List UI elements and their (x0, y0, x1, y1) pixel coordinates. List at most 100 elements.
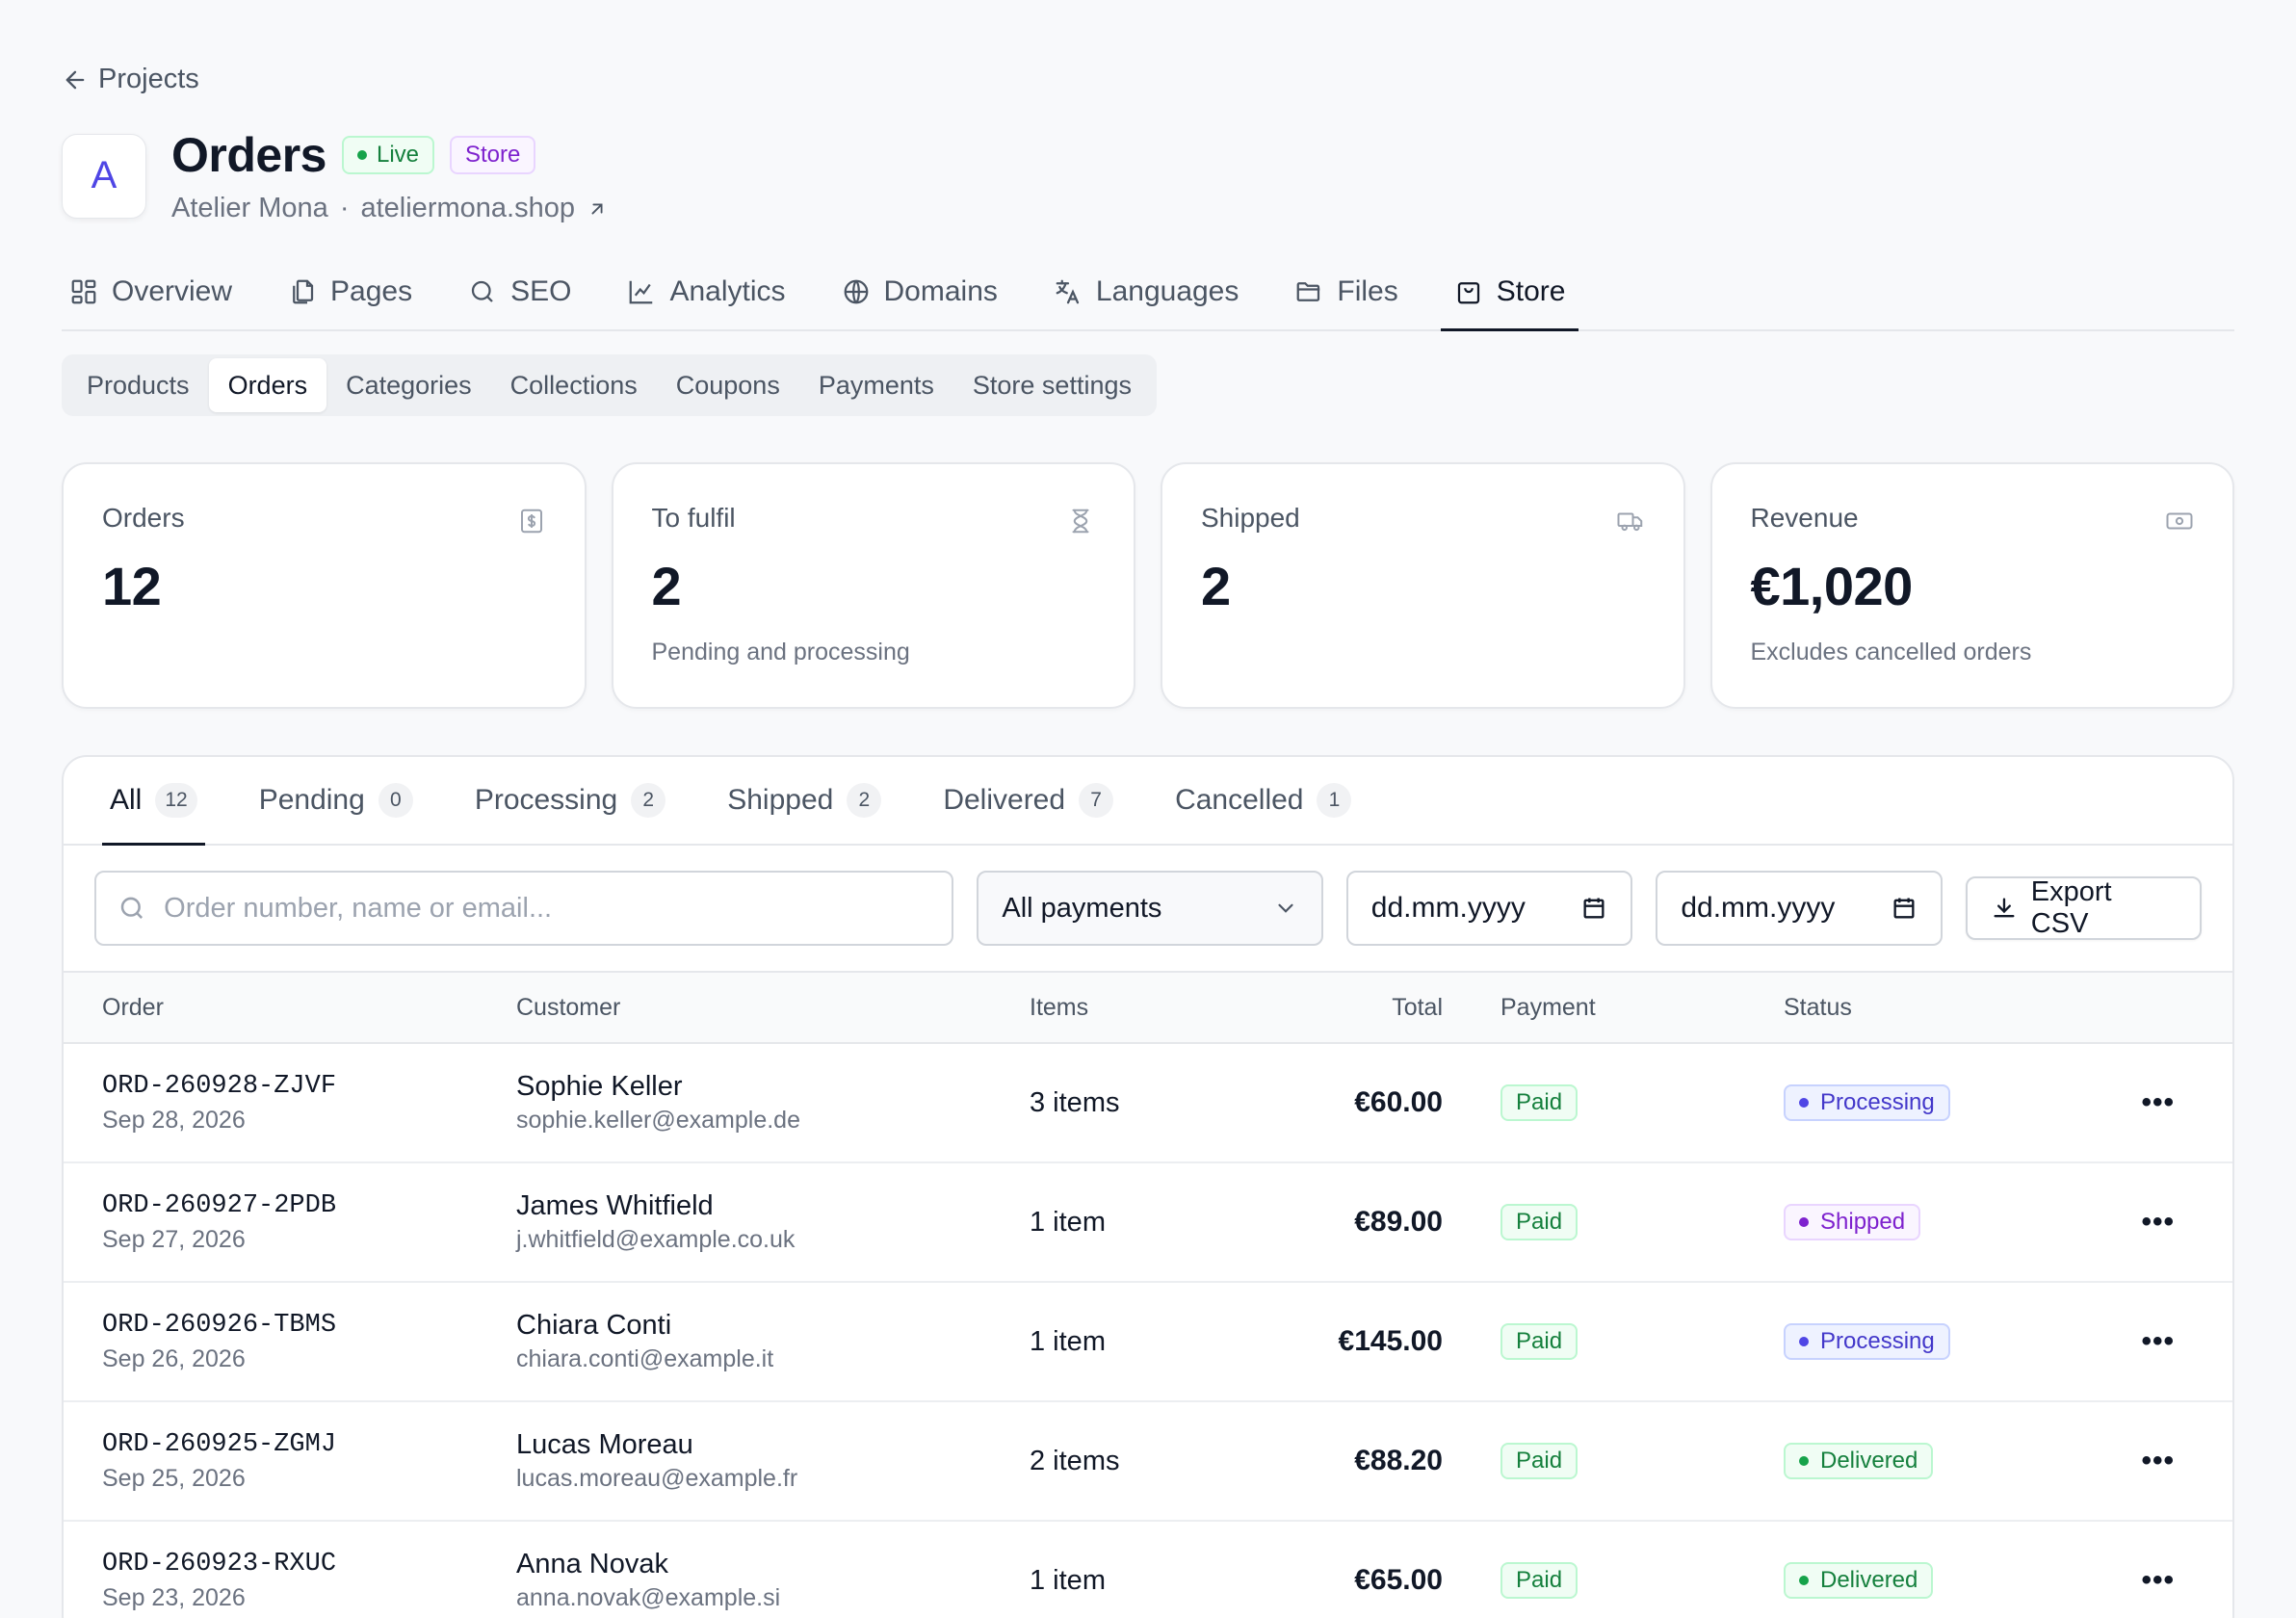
tab-all[interactable]: All 12 (102, 757, 205, 846)
subnav-orders[interactable]: Orders (208, 358, 327, 412)
row-actions-button[interactable]: ••• (2141, 1206, 2175, 1239)
order-id[interactable]: ORD-260928-ZJVF (102, 1072, 336, 1101)
subnav-collections[interactable]: Collections (491, 358, 657, 412)
external-link-icon[interactable] (587, 198, 608, 220)
customer-name: Anna Novak (516, 1549, 668, 1579)
globe-icon (844, 279, 868, 304)
status-dot-icon (1799, 1217, 1809, 1227)
payment-filter-select[interactable]: All payments (977, 871, 1323, 946)
calendar-icon[interactable] (1891, 895, 1918, 922)
header-payment[interactable]: Payment (1500, 994, 1596, 1022)
project-logo: A (62, 133, 146, 219)
project-domain-link[interactable]: ateliermona.shop (360, 193, 574, 224)
header-status[interactable]: Status (1784, 994, 1852, 1022)
table-header: Order Customer Items Total Payment Statu… (64, 973, 2232, 1044)
status-dot-icon (1799, 1456, 1809, 1466)
status-dot-icon (1799, 1098, 1809, 1108)
tab-shipped[interactable]: Shipped 2 (719, 757, 889, 844)
order-date: Sep 28, 2026 (102, 1106, 246, 1134)
table-row[interactable]: ORD-260926-TBMS Sep 26, 2026 Chiara Conti… (64, 1283, 2232, 1402)
tab-delivered[interactable]: Delivered 7 (935, 757, 1121, 844)
order-id[interactable]: ORD-260927-2PDB (102, 1191, 336, 1220)
customer-name: Chiara Conti (516, 1310, 672, 1341)
row-actions-button[interactable]: ••• (2141, 1564, 2175, 1597)
tab-processing[interactable]: Processing 2 (467, 757, 673, 844)
stat-cards: Orders 12 To fulfil 2 Pending and proces… (62, 462, 2234, 709)
status-label: Processing (1820, 1089, 1935, 1115)
subnav-payments[interactable]: Payments (799, 358, 953, 412)
row-actions-button[interactable]: ••• (2141, 1325, 2175, 1358)
payment-badge: Paid (1500, 1443, 1578, 1479)
stat-value: 2 (651, 556, 682, 616)
customer-email: lucas.moreau@example.fr (516, 1465, 798, 1492)
subnav-categories[interactable]: Categories (326, 358, 491, 412)
nav-seo-label: SEO (510, 275, 572, 307)
nav-pages[interactable]: Pages (280, 254, 420, 329)
nav-overview[interactable]: Overview (62, 254, 240, 329)
date-to-input[interactable]: dd.mm.yyyy (1656, 871, 1943, 946)
status-dot-icon (1799, 1576, 1809, 1585)
table-row[interactable]: ORD-260928-ZJVF Sep 28, 2026 Sophie Kelle… (64, 1044, 2232, 1163)
order-total: €88.20 (1354, 1445, 1443, 1476)
status-dot-icon (1799, 1337, 1809, 1346)
header-customer[interactable]: Customer (516, 994, 620, 1022)
stat-card-revenue: Revenue €1,020 Excludes cancelled orders (1709, 462, 2234, 709)
header-items[interactable]: Items (1030, 994, 1088, 1022)
date-from-input[interactable]: dd.mm.yyyy (1345, 871, 1633, 946)
order-total: €65.00 (1354, 1564, 1443, 1596)
grid-icon (71, 279, 96, 304)
order-date: Sep 23, 2026 (102, 1583, 246, 1611)
bag-icon (1457, 282, 1479, 304)
pages-icon (293, 279, 314, 304)
customer-email: anna.novak@example.si (516, 1584, 781, 1611)
tab-pending[interactable]: Pending 0 (251, 757, 421, 844)
order-id[interactable]: ORD-260926-TBMS (102, 1311, 336, 1340)
nav-analytics[interactable]: Analytics (619, 254, 793, 329)
header-order[interactable]: Order (102, 994, 164, 1022)
stat-note: Excludes cancelled orders (1750, 639, 2032, 665)
stat-label: Revenue (1750, 503, 1859, 533)
order-date: Sep 27, 2026 (102, 1225, 246, 1253)
table-row[interactable]: ORD-260925-ZGMJ Sep 25, 2026 Lucas Moreau… (64, 1402, 2232, 1522)
table-row[interactable]: ORD-260923-RXUC Sep 23, 2026 Anna Novak an… (64, 1522, 2232, 1618)
nav-files[interactable]: Files (1287, 254, 1405, 329)
customer-name: James Whitfield (516, 1190, 714, 1221)
nav-pages-label: Pages (330, 275, 413, 307)
status-tabs: All 12 Pending 0 Processing 2 Shipped 2 Deli… (64, 757, 2232, 846)
back-link[interactable]: Projects (62, 64, 199, 95)
subnav-products[interactable]: Products (67, 358, 209, 412)
subnav-coupons[interactable]: Coupons (657, 358, 799, 412)
nav-seo[interactable]: SEO (460, 254, 579, 329)
order-id[interactable]: ORD-260925-ZGMJ (102, 1430, 336, 1459)
order-items: 1 item (1030, 1325, 1106, 1357)
nav-store[interactable]: Store (1440, 254, 1579, 331)
order-id[interactable]: ORD-260923-RXUC (102, 1550, 336, 1579)
truck-icon (1617, 512, 1642, 532)
row-actions-button[interactable]: ••• (2141, 1086, 2175, 1119)
header-total[interactable]: Total (1392, 994, 1443, 1022)
payment-filter-value: All payments (1002, 892, 1162, 924)
nav-domains-label: Domains (883, 275, 998, 307)
status-badge: Delivered (1784, 1443, 1934, 1479)
status-badge: Shipped (1784, 1204, 1921, 1240)
table-row[interactable]: ORD-260927-2PDB Sep 27, 2026 James Whitfi… (64, 1163, 2232, 1283)
search-field[interactable] (94, 871, 954, 946)
download-icon (1994, 898, 2015, 918)
nav-languages[interactable]: Languages (1046, 254, 1246, 329)
store-sub-nav: Products Orders Categories Collections C… (62, 354, 1157, 416)
customer-name: Lucas Moreau (516, 1429, 693, 1460)
nav-domains[interactable]: Domains (834, 254, 1005, 329)
tab-cancelled[interactable]: Cancelled 1 (1167, 757, 1359, 844)
nav-analytics-label: Analytics (669, 275, 786, 307)
subnav-store-settings[interactable]: Store settings (953, 358, 1151, 412)
customer-name: Sophie Keller (516, 1071, 683, 1102)
date-to-value: dd.mm.yyyy (1681, 892, 1836, 924)
calendar-icon[interactable] (1580, 895, 1607, 922)
search-icon (471, 280, 493, 302)
stat-note: Pending and processing (651, 639, 910, 665)
stat-card-to-fulfil: To fulfil 2 Pending and processing (611, 462, 1135, 709)
row-actions-button[interactable]: ••• (2141, 1445, 2175, 1477)
search-input[interactable] (164, 892, 931, 925)
export-csv-button[interactable]: Export CSV (1965, 876, 2202, 940)
payment-badge: Paid (1500, 1562, 1578, 1599)
